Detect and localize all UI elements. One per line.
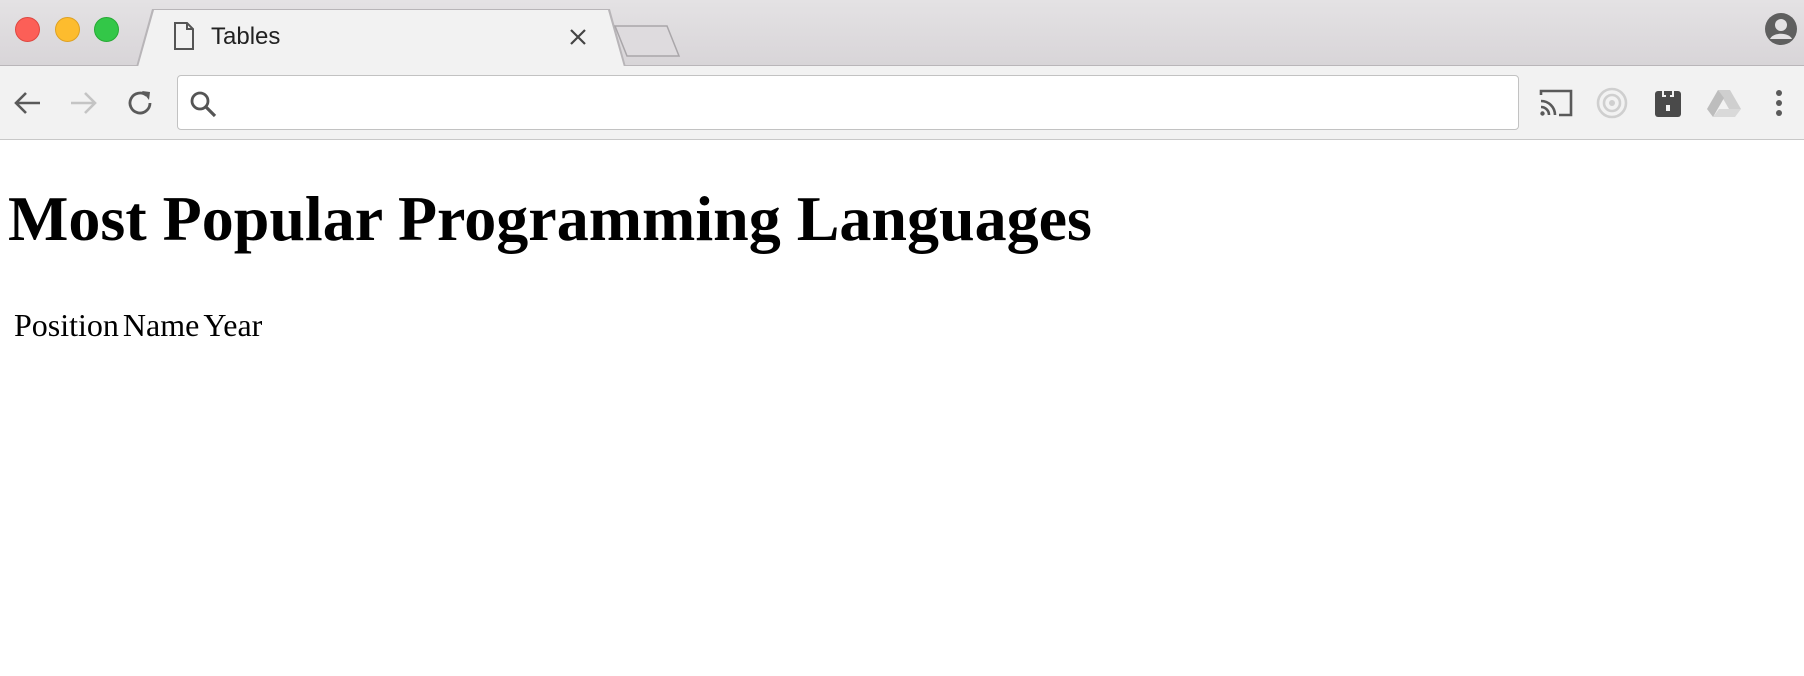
- extension-drive-button[interactable]: [1705, 84, 1743, 122]
- new-tab-button[interactable]: [613, 24, 681, 58]
- close-icon[interactable]: [568, 27, 588, 47]
- languages-table: Position Name Year: [10, 303, 266, 347]
- extension-radar-button[interactable]: [1593, 84, 1631, 122]
- reload-button[interactable]: [121, 84, 159, 122]
- back-arrow-icon: [14, 92, 40, 114]
- tab-title: Tables: [211, 23, 281, 50]
- kebab-menu-icon: [1776, 90, 1782, 116]
- address-bar[interactable]: [177, 75, 1519, 130]
- reload-icon: [128, 91, 152, 115]
- column-header-position: Position: [14, 307, 119, 343]
- window-maximize-button[interactable]: [94, 17, 119, 42]
- title-bar: Tables: [0, 0, 1804, 66]
- search-icon: [190, 91, 217, 118]
- browser-toolbar: [0, 66, 1804, 140]
- radar-icon: [1596, 87, 1628, 119]
- window-minimize-button[interactable]: [55, 17, 80, 42]
- cast-button[interactable]: [1537, 84, 1575, 122]
- page-content: Most Popular Programming Languages Posit…: [0, 141, 1804, 676]
- forward-button[interactable]: [64, 84, 102, 122]
- drive-icon: [1707, 90, 1741, 117]
- plug-icon: [1655, 89, 1681, 117]
- column-header-name: Name: [122, 307, 200, 343]
- menu-button[interactable]: [1760, 84, 1798, 122]
- back-button[interactable]: [9, 84, 47, 122]
- window-close-button[interactable]: [15, 17, 40, 42]
- table-header-row: Position Name Year: [14, 307, 262, 343]
- page-heading: Most Popular Programming Languages: [8, 183, 1092, 254]
- extension-plug-button[interactable]: [1649, 84, 1687, 122]
- document-icon: [174, 22, 194, 50]
- cast-icon: [1539, 89, 1573, 117]
- profile-icon[interactable]: [1764, 12, 1798, 46]
- column-header-year: Year: [203, 307, 263, 343]
- forward-arrow-icon: [71, 92, 97, 114]
- address-input[interactable]: [230, 84, 1500, 122]
